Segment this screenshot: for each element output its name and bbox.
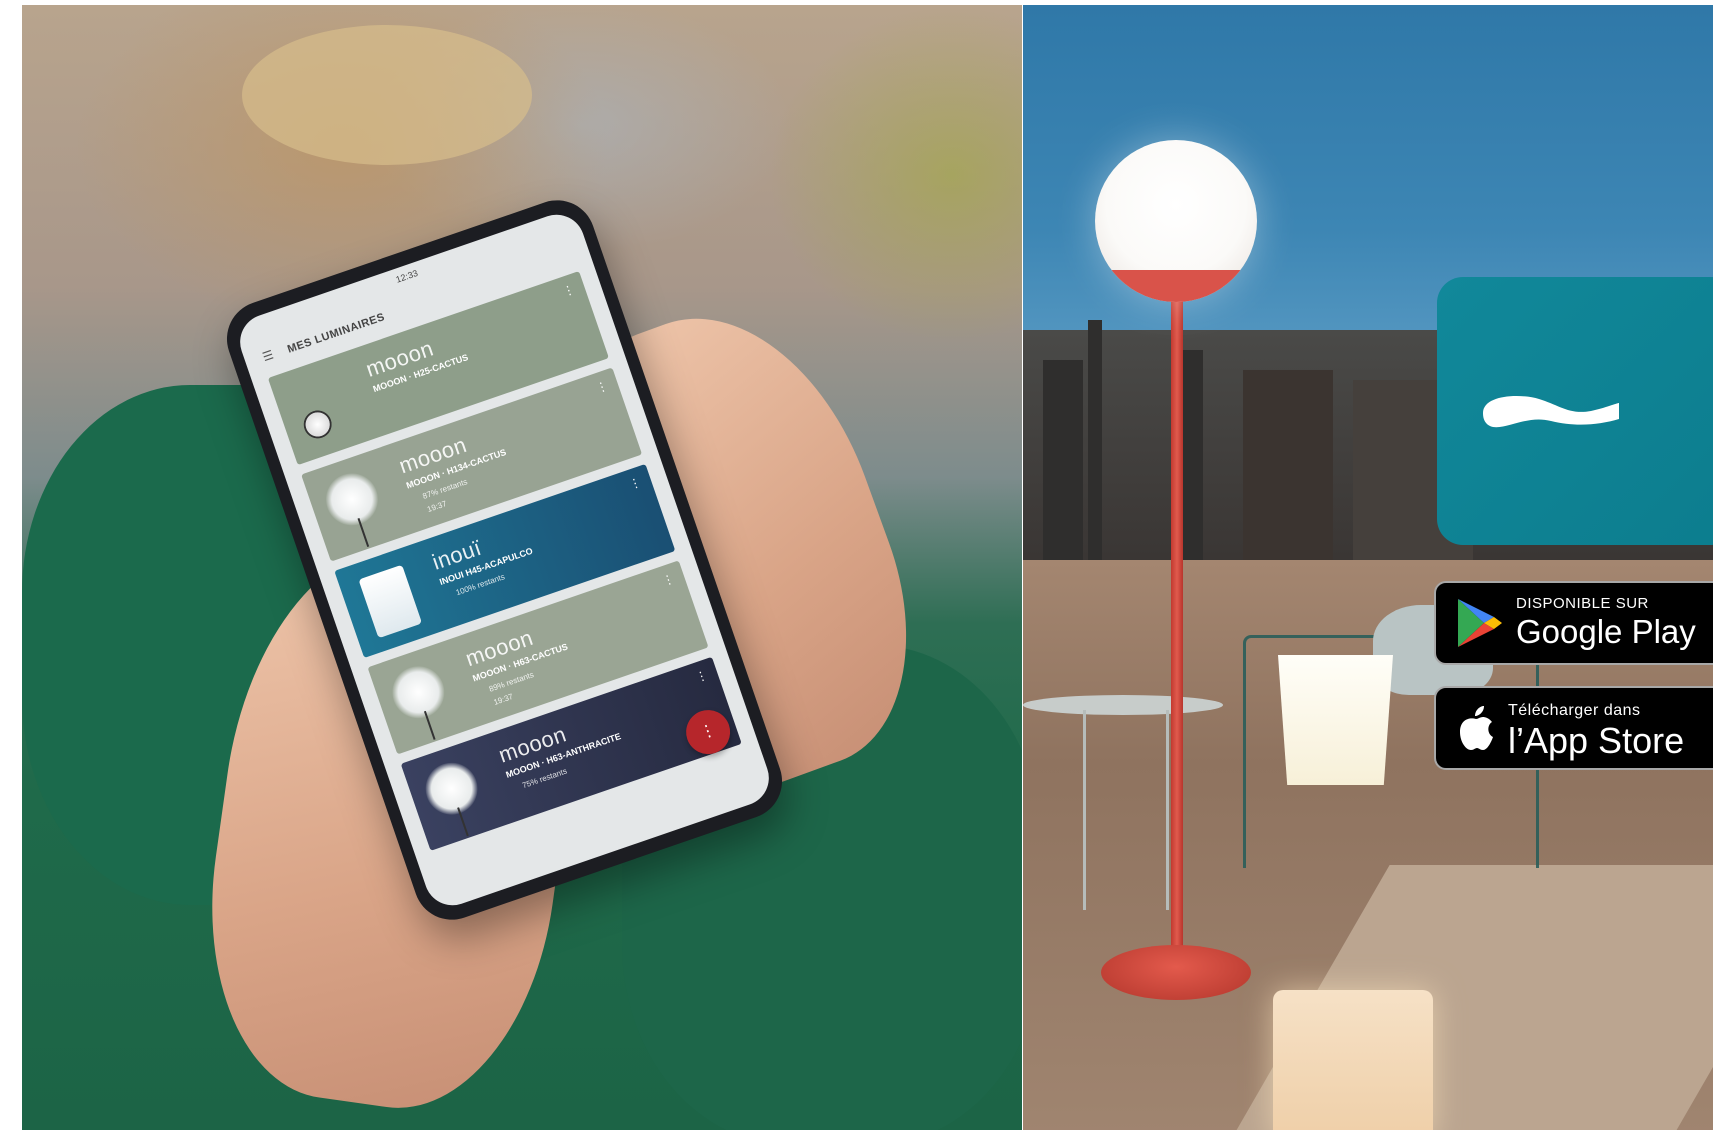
app-icon-tile[interactable] [1437, 277, 1713, 545]
lamp-thumbnail-icon [418, 755, 485, 822]
lamp-globe [1095, 140, 1257, 302]
app-logo-icon [1483, 395, 1619, 428]
glowing-cube-lamp [1273, 990, 1433, 1130]
more-options-icon[interactable]: ⋮ [561, 282, 577, 299]
more-options-icon[interactable]: ⋮ [660, 571, 676, 588]
lamp-thumbnail-icon [385, 659, 452, 726]
more-options-icon[interactable]: ⋮ [594, 378, 610, 395]
tower [1088, 320, 1102, 560]
pot-lamp-thumbnail-icon [358, 564, 423, 639]
google-play-badge[interactable]: DISPONIBLE SUR Google Play [1434, 581, 1713, 665]
more-options-icon[interactable]: ⋮ [627, 475, 643, 492]
google-badge-title: Google Play [1516, 613, 1696, 650]
more-options-icon[interactable]: ⋮ [694, 668, 710, 685]
statue [1243, 370, 1333, 560]
bowl-blur [242, 25, 532, 165]
lamp-base [1101, 945, 1251, 1000]
lamp-pole [1171, 300, 1183, 960]
google-play-icon [1458, 599, 1502, 647]
timer-status: 19:37 [492, 691, 515, 707]
right-photo-outdoor-lamp [1023, 5, 1713, 1130]
menu-icon[interactable]: ☰ [261, 346, 279, 364]
timer-status: 19:37 [426, 499, 448, 515]
apple-logo-icon [1460, 706, 1493, 750]
glowing-pot-lamp [1278, 655, 1393, 785]
bistro-table-legs [1083, 710, 1169, 910]
building [1043, 360, 1083, 560]
lamp-thumbnail-icon [299, 406, 336, 443]
left-photo-phone-in-hands: 12:33 ☰ MES LUMINAIRES mooon MOOON · H25… [22, 5, 1022, 1130]
app-store-badge[interactable]: Télécharger dans l’App Store [1434, 686, 1713, 770]
apple-badge-title: l’App Store [1508, 720, 1685, 761]
apple-badge-caption: Télécharger dans [1508, 702, 1641, 719]
lamp-thumbnail-icon [318, 466, 385, 533]
google-badge-caption: DISPONIBLE SUR [1516, 595, 1649, 612]
